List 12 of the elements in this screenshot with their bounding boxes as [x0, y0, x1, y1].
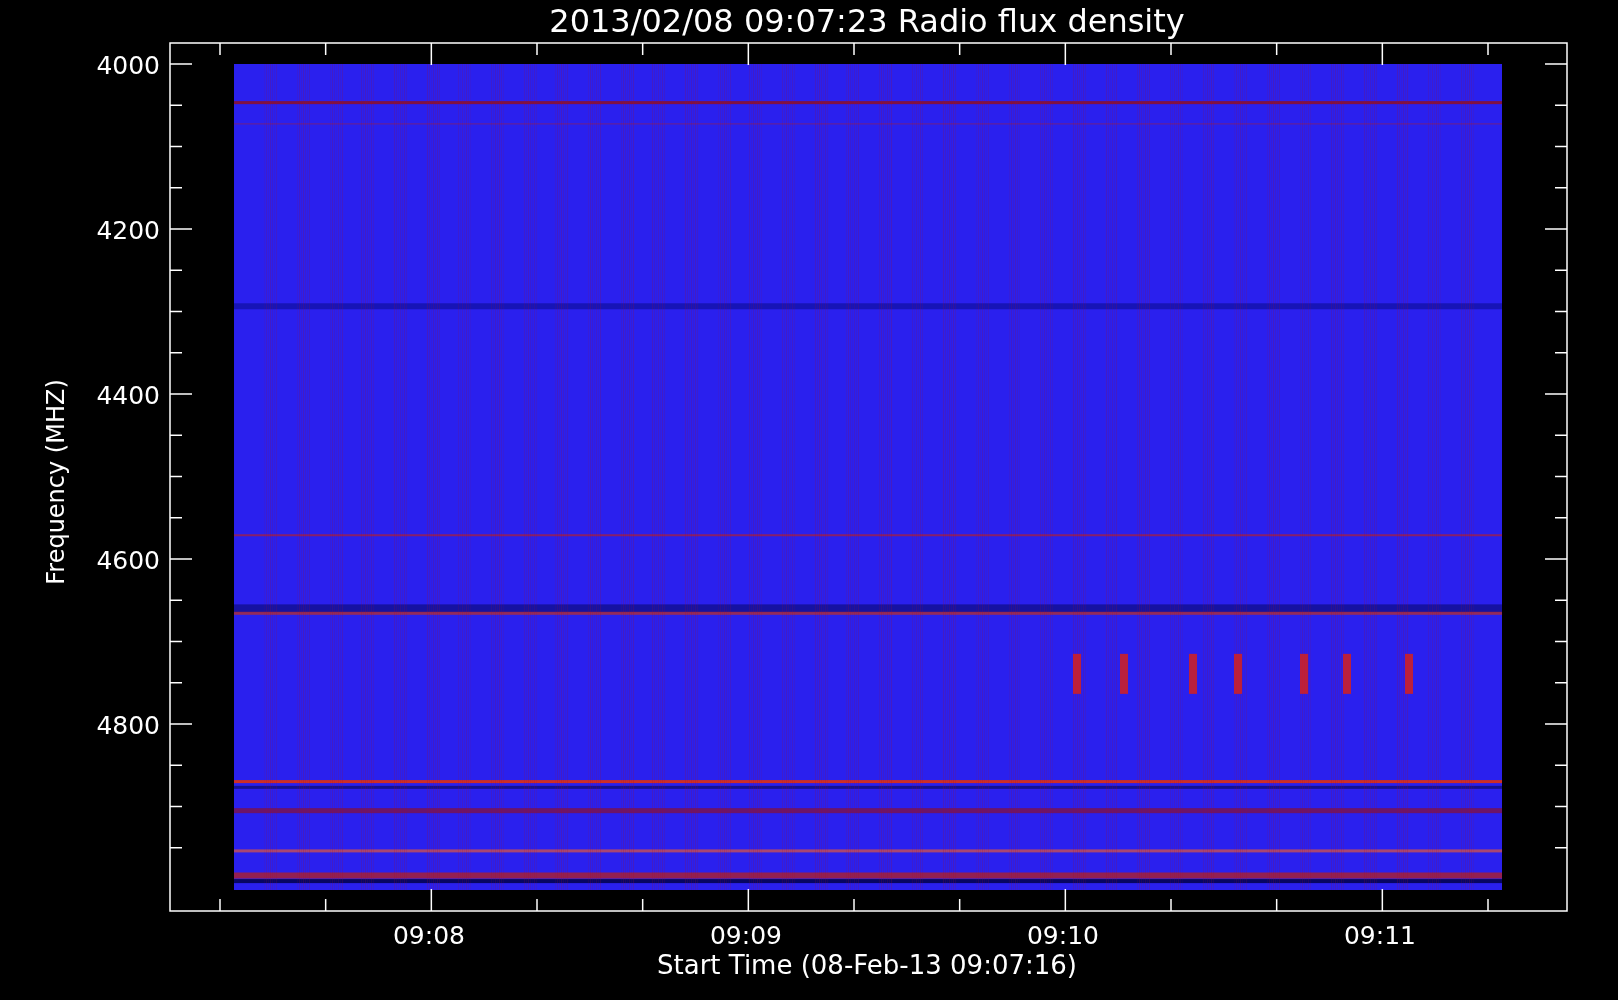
y-axis-label: Frequency (MHZ): [42, 379, 70, 585]
x-tick-label: 09:10: [1027, 921, 1099, 950]
x-tick-label: 09:11: [1344, 921, 1416, 950]
x-axis-label: Start Time (08-Feb-13 09:07:16): [657, 950, 1077, 980]
x-tick-label: 09:08: [393, 921, 465, 950]
y-tick-label: 4800: [96, 711, 160, 740]
x-tick-label: 09:09: [710, 921, 782, 950]
chart-title: 2013/02/08 09:07:23 Radio flux density: [549, 2, 1185, 40]
y-tick-label: 4600: [96, 546, 160, 575]
y-tick-label: 4200: [96, 216, 160, 245]
y-tick-label: 4400: [96, 381, 160, 410]
y-tick-label: 4000: [96, 51, 160, 80]
